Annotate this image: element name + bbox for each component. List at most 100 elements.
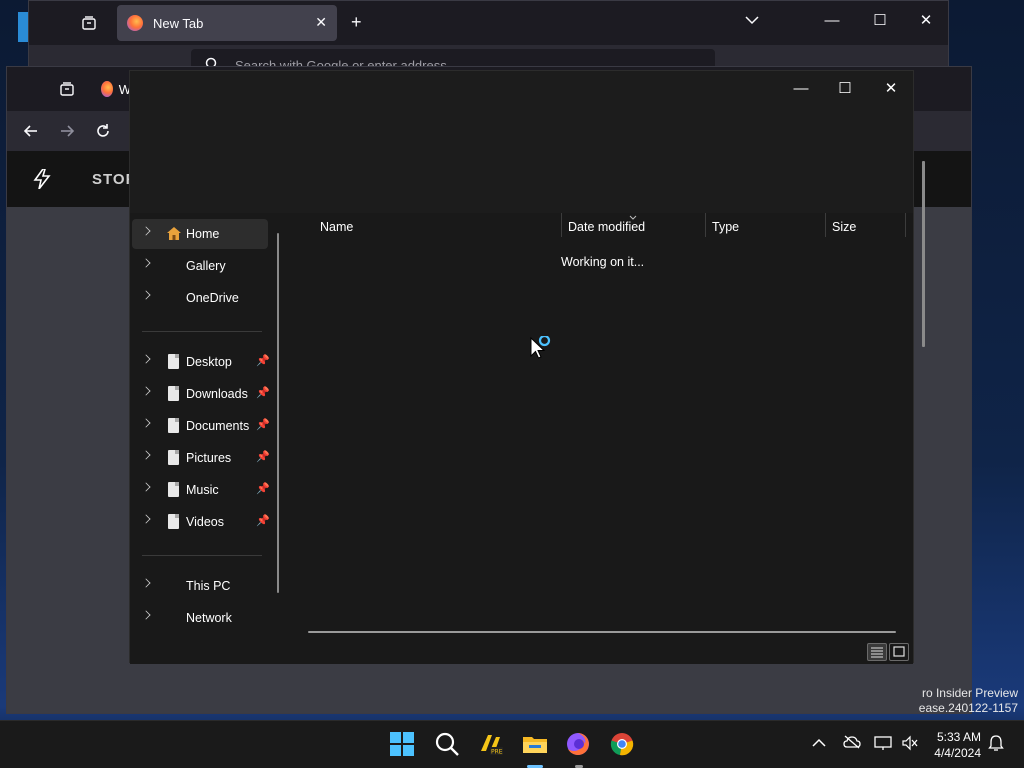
details-view-button[interactable] bbox=[867, 643, 887, 661]
horizontal-scrollbar[interactable] bbox=[308, 631, 896, 633]
chrome-icon[interactable] bbox=[609, 731, 637, 759]
background-minimize-button[interactable]: — bbox=[809, 9, 855, 33]
loading-status-text: Working on it... bbox=[561, 255, 645, 269]
nav-label: Gallery bbox=[186, 259, 226, 273]
nav-item-videos[interactable]: Videos 📌 bbox=[132, 507, 270, 537]
file-explorer-window[interactable]: — ☐ ✕ Home Gallery OneDrive Desktop 📌 Do… bbox=[129, 70, 925, 664]
column-header-name[interactable]: Name bbox=[314, 213, 353, 241]
mouse-cursor-busy bbox=[530, 334, 554, 365]
pin-icon: 📌 bbox=[256, 451, 270, 463]
pin-icon: 📌 bbox=[256, 419, 270, 431]
file-list-pane[interactable]: Name Date modified Type Size Working on … bbox=[288, 213, 913, 640]
reload-icon[interactable] bbox=[95, 123, 111, 142]
document-icon bbox=[168, 354, 179, 369]
nav-item-onedrive[interactable]: OneDrive bbox=[132, 283, 268, 313]
chevron-right-icon[interactable] bbox=[141, 226, 151, 236]
navigation-pane: Home Gallery OneDrive Desktop 📌 Download… bbox=[130, 213, 282, 640]
start-windows-icon[interactable] bbox=[389, 731, 417, 759]
watermark-line-1: ro Insider Preview bbox=[921, 686, 1018, 700]
pin-icon: 📌 bbox=[256, 387, 270, 399]
minimize-button[interactable]: — bbox=[778, 75, 824, 103]
nav-divider bbox=[142, 555, 262, 556]
onedrive-offline-icon[interactable] bbox=[843, 735, 861, 752]
tiles-view-button[interactable] bbox=[889, 643, 909, 661]
nav-item-music[interactable]: Music 📌 bbox=[132, 475, 270, 505]
show-hidden-icons-chevron-up-icon[interactable] bbox=[812, 735, 826, 751]
clock[interactable]: 5:33 AM 4/4/2024 bbox=[934, 729, 981, 761]
tab-new-tab[interactable]: New Tab ✕ bbox=[117, 5, 337, 41]
forward-arrow-icon[interactable] bbox=[59, 123, 75, 142]
nav-label: Desktop bbox=[186, 355, 232, 369]
watermark-line-2: ease.240122-1157 bbox=[918, 701, 1018, 715]
lightning-logo-icon bbox=[33, 168, 51, 194]
nav-item-pictures[interactable]: Pictures 📌 bbox=[132, 443, 270, 473]
firefox-icon bbox=[101, 81, 113, 97]
network-icon[interactable] bbox=[874, 735, 892, 754]
nav-item-this-pc[interactable]: This PC bbox=[132, 571, 268, 601]
explorer-status-bar bbox=[130, 640, 913, 664]
column-divider[interactable] bbox=[905, 213, 906, 237]
nav-label: Home bbox=[186, 227, 220, 241]
maximize-button[interactable]: ☐ bbox=[822, 75, 868, 103]
chevron-right-icon[interactable] bbox=[141, 258, 151, 268]
column-header-size[interactable]: Size bbox=[826, 213, 856, 241]
list-all-tabs-chevron-icon[interactable] bbox=[745, 15, 759, 27]
middle-tab[interactable]: W bbox=[91, 71, 131, 107]
watermark-text: ro Insider Preview ease.240122-1157 bbox=[919, 686, 1018, 716]
search-icon[interactable] bbox=[434, 731, 462, 759]
chevron-right-icon[interactable] bbox=[141, 386, 151, 396]
document-icon bbox=[168, 514, 179, 529]
document-icon bbox=[168, 450, 179, 465]
nav-item-home[interactable]: Home bbox=[132, 219, 268, 249]
back-arrow-icon[interactable] bbox=[23, 123, 39, 142]
home-icon bbox=[166, 226, 182, 241]
document-icon bbox=[168, 482, 179, 497]
column-header-type[interactable]: Type bbox=[706, 213, 739, 241]
new-tab-plus-icon[interactable]: + bbox=[351, 13, 362, 31]
tab-groups-icon[interactable] bbox=[81, 15, 97, 34]
chevron-right-icon[interactable] bbox=[141, 418, 151, 428]
nav-item-downloads[interactable]: Downloads 📌 bbox=[132, 379, 270, 409]
chevron-right-icon[interactable] bbox=[141, 610, 151, 620]
notification-bell-icon[interactable] bbox=[988, 735, 1004, 754]
taskbar: PRE 5:33 AM 4/4/2024 bbox=[0, 720, 1024, 768]
nav-divider bbox=[142, 331, 262, 332]
chevron-right-icon[interactable] bbox=[141, 578, 151, 588]
nav-scrollbar[interactable] bbox=[277, 233, 279, 593]
nav-label: Pictures bbox=[186, 451, 232, 465]
chevron-right-icon[interactable] bbox=[141, 482, 151, 492]
firefox-icon bbox=[127, 15, 143, 31]
desktop-icon-fragment bbox=[18, 12, 28, 42]
chevron-right-icon[interactable] bbox=[141, 290, 151, 300]
nav-item-gallery[interactable]: Gallery bbox=[132, 251, 268, 281]
nav-label: Network bbox=[186, 611, 232, 625]
nav-label: Videos bbox=[186, 515, 224, 529]
file-explorer-folder-icon[interactable] bbox=[521, 731, 549, 759]
explorer-title-area: — ☐ ✕ bbox=[130, 71, 913, 213]
tab-groups-icon[interactable] bbox=[59, 81, 75, 100]
close-button[interactable]: ✕ bbox=[868, 75, 914, 103]
tab-title: New Tab bbox=[153, 15, 204, 31]
background-tabstrip: New Tab ✕ + — ☐ ✕ bbox=[29, 1, 948, 45]
chevron-right-icon[interactable] bbox=[141, 450, 151, 460]
column-header-date-modified[interactable]: Date modified bbox=[562, 213, 645, 241]
nav-item-desktop[interactable]: Desktop 📌 bbox=[132, 347, 270, 377]
close-tab-icon[interactable]: ✕ bbox=[315, 14, 327, 31]
document-icon bbox=[168, 386, 179, 401]
nav-item-documents[interactable]: Documents 📌 bbox=[132, 411, 270, 441]
document-icon bbox=[168, 418, 179, 433]
background-maximize-button[interactable]: ☐ bbox=[857, 9, 903, 33]
clock-date: 4/4/2024 bbox=[934, 746, 981, 760]
nav-label: Documents bbox=[186, 419, 250, 433]
copilot-preview-icon[interactable]: PRE bbox=[478, 731, 506, 759]
background-close-button[interactable]: ✕ bbox=[903, 9, 949, 33]
nav-item-network[interactable]: Network bbox=[132, 603, 268, 633]
clock-time: 5:33 AM bbox=[936, 730, 981, 744]
chevron-right-icon[interactable] bbox=[141, 354, 151, 364]
pin-icon: 📌 bbox=[256, 515, 270, 527]
vertical-scrollbar[interactable] bbox=[922, 161, 925, 347]
firefox-icon[interactable] bbox=[565, 731, 593, 759]
volume-muted-icon[interactable] bbox=[901, 735, 919, 754]
chevron-right-icon[interactable] bbox=[141, 514, 151, 524]
nav-label: Music bbox=[186, 483, 219, 497]
